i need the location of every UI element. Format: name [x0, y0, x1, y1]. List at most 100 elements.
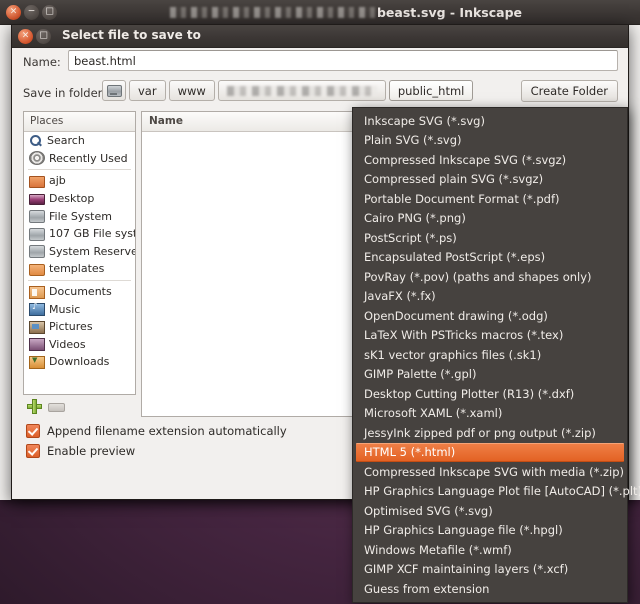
drive-icon	[29, 245, 45, 258]
checkbox-checked-icon[interactable]	[26, 424, 40, 438]
format-option-cairo-png[interactable]: Cairo PNG (*.png)	[353, 209, 627, 229]
place-item-file-system[interactable]: File System	[24, 207, 135, 225]
place-item-videos[interactable]: Videos	[24, 336, 135, 354]
dialog-maximize-icon[interactable]: □	[36, 29, 51, 44]
option-label: Append filename extension automatically	[47, 424, 287, 438]
documents-icon	[29, 286, 45, 299]
filename-input[interactable]	[68, 50, 618, 71]
path-row: Save in folder: var www public_html Crea…	[12, 77, 628, 109]
place-label: Music	[49, 303, 80, 316]
minimize-glyph: −	[28, 8, 36, 17]
format-option-postscript[interactable]: PostScript (*.ps)	[353, 228, 627, 248]
places-panel: Places Search Recently Used ajb Desktop	[23, 111, 136, 417]
place-label: 107 GB File syst…	[49, 227, 136, 240]
recent-icon	[29, 151, 45, 165]
path-button-root-drive[interactable]	[102, 80, 126, 101]
inkscape-window-controls: × − □	[6, 5, 57, 20]
dialog-close-icon[interactable]: ×	[18, 29, 33, 44]
dialog-titlebar: × □ Select file to save to	[12, 25, 628, 48]
remove-place-icon[interactable]	[48, 403, 65, 412]
maximize-icon[interactable]: □	[42, 5, 57, 20]
path-button-public-html[interactable]: public_html	[389, 80, 474, 101]
format-option-gimp-xcf[interactable]: GIMP XCF maintaining layers (*.xcf)	[353, 560, 627, 580]
dialog-close-glyph: ×	[22, 32, 30, 41]
place-item-documents[interactable]: Documents	[24, 283, 135, 301]
places-divider	[28, 169, 131, 170]
place-item-107gb-filesystem[interactable]: 107 GB File syst…	[24, 225, 135, 243]
format-option-latex-pstricks[interactable]: LaTeX With PSTricks macros (*.tex)	[353, 326, 627, 346]
format-option-povray[interactable]: PovRay (*.pov) (paths and shapes only)	[353, 267, 627, 287]
file-format-dropdown-menu[interactable]: Inkscape SVG (*.svg) Plain SVG (*.svg) C…	[352, 107, 628, 603]
format-option-pdf[interactable]: Portable Document Format (*.pdf)	[353, 189, 627, 209]
place-label: Documents	[49, 285, 112, 298]
create-folder-button[interactable]: Create Folder	[521, 80, 618, 102]
format-option-hp-plt[interactable]: HP Graphics Language Plot file [AutoCAD]…	[353, 482, 627, 502]
format-option-sk1[interactable]: sK1 vector graphics files (.sk1)	[353, 345, 627, 365]
drive-icon	[29, 228, 45, 241]
close-icon[interactable]: ×	[6, 5, 21, 20]
format-option-windows-metafile[interactable]: Windows Metafile (*.wmf)	[353, 540, 627, 560]
format-option-jessyink-zip[interactable]: JessyInk zipped pdf or png output (*.zip…	[353, 423, 627, 443]
inkscape-title-container: beast.svg - Inkscape	[60, 0, 632, 24]
place-item-downloads[interactable]: Downloads	[24, 353, 135, 371]
maximize-glyph: □	[45, 8, 54, 17]
format-option-compressed-inkscape-svg-media[interactable]: Compressed Inkscape SVG with media (*.zi…	[353, 462, 627, 482]
folder-icon	[29, 264, 45, 276]
format-option-guess-from-extension[interactable]: Guess from extension	[353, 579, 627, 599]
places-divider	[28, 280, 131, 281]
place-item-desktop[interactable]: Desktop	[24, 190, 135, 208]
format-option-html5[interactable]: HTML 5 (*.html)	[356, 443, 624, 463]
place-item-music[interactable]: Music	[24, 300, 135, 318]
option-label: Enable preview	[47, 444, 135, 458]
path-button-redacted[interactable]	[218, 80, 386, 101]
path-button-var[interactable]: var	[129, 80, 166, 101]
add-place-icon[interactable]	[27, 399, 42, 414]
format-option-inkscape-svg[interactable]: Inkscape SVG (*.svg)	[353, 111, 627, 131]
place-item-ajb[interactable]: ajb	[24, 172, 135, 190]
place-label: System Reserved	[49, 245, 136, 258]
format-option-gimp-palette[interactable]: GIMP Palette (*.gpl)	[353, 365, 627, 385]
option-append-extension[interactable]: Append filename extension automatically	[26, 421, 287, 441]
dialog-title: Select file to save to	[62, 28, 201, 42]
place-item-recently-used[interactable]: Recently Used	[24, 150, 135, 168]
places-header: Places	[24, 112, 135, 132]
place-label: Pictures	[49, 320, 93, 333]
save-in-folder-label: Save in folder:	[23, 86, 106, 100]
format-option-microsoft-xaml[interactable]: Microsoft XAML (*.xaml)	[353, 404, 627, 424]
place-item-search[interactable]: Search	[24, 132, 135, 150]
format-option-hpgl[interactable]: HP Graphics Language file (*.hpgl)	[353, 521, 627, 541]
home-folder-icon	[29, 176, 45, 188]
search-icon	[29, 134, 43, 148]
path-button-www[interactable]: www	[169, 80, 215, 101]
close-glyph: ×	[10, 8, 18, 17]
place-item-pictures[interactable]: Pictures	[24, 318, 135, 336]
option-enable-preview[interactable]: Enable preview	[26, 441, 287, 461]
minimize-icon[interactable]: −	[24, 5, 39, 20]
dialog-options: Append filename extension automatically …	[26, 421, 287, 461]
place-label: File System	[49, 210, 112, 223]
format-option-plain-svg[interactable]: Plain SVG (*.svg)	[353, 131, 627, 151]
place-label: ajb	[49, 174, 66, 187]
place-label: Downloads	[49, 355, 109, 368]
format-option-optimised-svg[interactable]: Optimised SVG (*.svg)	[353, 501, 627, 521]
place-item-templates[interactable]: templates	[24, 260, 135, 278]
window-title: beast.svg - Inkscape	[377, 5, 522, 20]
format-option-javafx[interactable]: JavaFX (*.fx)	[353, 287, 627, 307]
place-item-system-reserved[interactable]: System Reserved	[24, 243, 135, 261]
format-option-eps[interactable]: Encapsulated PostScript (*.eps)	[353, 248, 627, 268]
videos-icon	[29, 338, 45, 351]
music-icon	[29, 303, 45, 316]
checkbox-checked-icon[interactable]	[26, 444, 40, 458]
redacted-title-path	[170, 7, 375, 18]
format-option-desktop-cutting-plotter[interactable]: Desktop Cutting Plotter (R13) (*.dxf)	[353, 384, 627, 404]
format-option-compressed-plain-svg[interactable]: Compressed plain SVG (*.svgz)	[353, 170, 627, 190]
drive-icon	[107, 85, 122, 97]
place-label: templates	[49, 262, 104, 275]
format-option-opendocument-drawing[interactable]: OpenDocument drawing (*.odg)	[353, 306, 627, 326]
path-breadcrumb: var www public_html	[102, 80, 473, 101]
drive-icon	[29, 210, 45, 223]
redacted-path-segment	[227, 86, 377, 96]
format-option-compressed-inkscape-svg[interactable]: Compressed Inkscape SVG (*.svgz)	[353, 150, 627, 170]
places-actions	[27, 399, 65, 414]
places-list[interactable]: Places Search Recently Used ajb Desktop	[23, 111, 136, 395]
